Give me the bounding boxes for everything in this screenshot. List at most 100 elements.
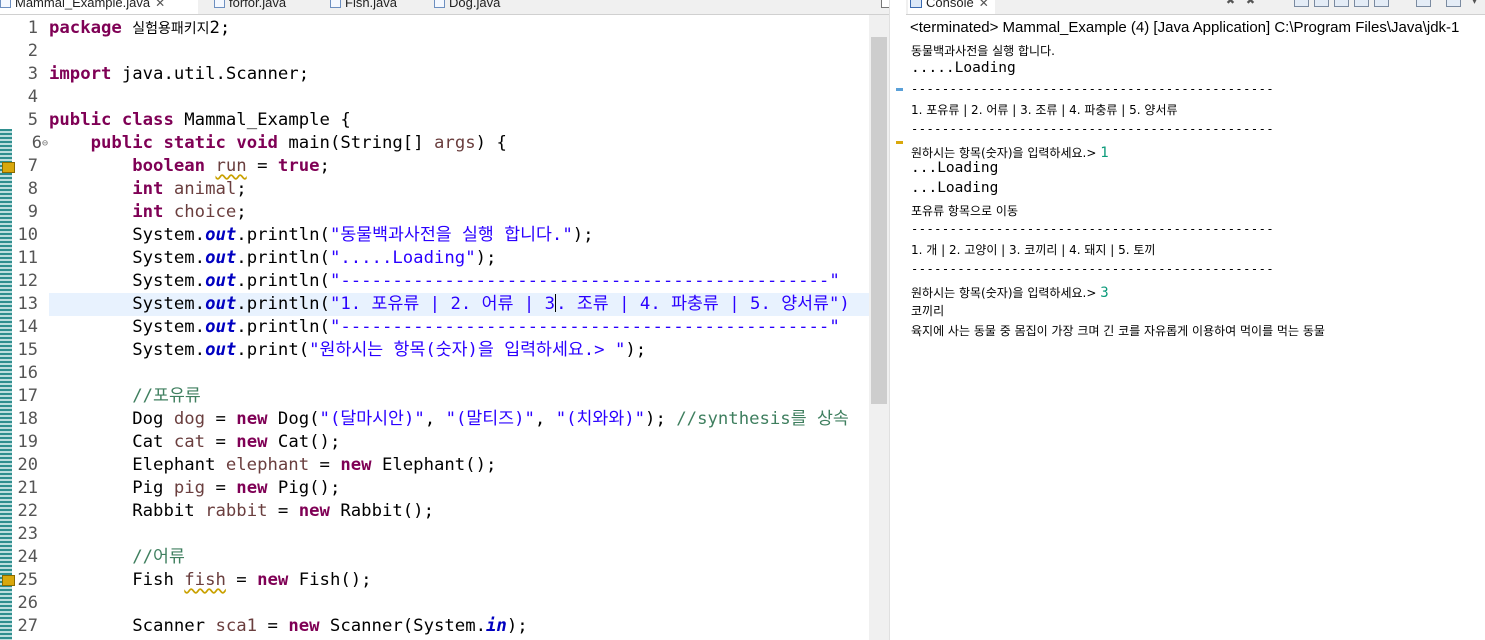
tab-label: Dog.java [449,0,501,10]
tab-dog[interactable]: Dog.java [434,0,500,14]
warning-icon [2,162,15,173]
code-text: = [267,501,299,521]
code-text: ); [645,409,677,429]
line-number: 14 [17,317,38,337]
console-line: 1. 포유류 | 2. 어류 | 3. 조류 | 4. 파충류 | 5. 양서류 [911,103,1178,117]
code-line: boolean run = true; [49,155,330,178]
code-line: Pig pig = new Pig(); [49,477,340,500]
console-line: 동물백과사전을 실행 합니다. [911,44,1055,58]
line-number: 13 [17,294,38,314]
editor-vertical-scrollbar[interactable] [869,15,889,640]
code-line: Cat cat = new Cat(); [49,431,340,454]
string-literal: . 조류 | 4. 파충류 | 5. 양서류") [556,294,850,314]
scroll-lock-icon[interactable] [1314,0,1329,7]
console-view-header: Console ✕ ✖ ✖ ▾ [906,0,1485,15]
word-wrap-icon[interactable] [1334,0,1349,7]
line-number: 24 [17,547,38,567]
keyword: true [277,156,320,176]
line-number: 21 [17,478,38,498]
fold-collapse-icon[interactable]: ⊖ [42,138,48,149]
console-line: 코끼리 [911,304,945,318]
clear-console-icon[interactable] [1294,0,1309,7]
string-literal: "---------------------------------------… [329,317,840,337]
java-file-icon [214,0,225,8]
console-line: ----------------------------------------… [911,222,1275,236]
keyword: new [340,455,372,475]
keyword: new [288,616,320,636]
code-line: import java.util.Scanner; [49,63,309,86]
string-literal: ".....Loading" [329,248,476,268]
variable: choice [173,202,237,222]
code-line: public static void main(String[] args) { [49,132,507,155]
keyword: new [236,409,268,429]
scrollbar-thumb[interactable] [871,37,887,404]
code-text: ; [319,156,330,176]
code-text: main(String[] [277,133,435,153]
code-text: System. [132,317,206,337]
show-on-stderr-icon[interactable] [1374,0,1389,7]
change-ruler [0,129,12,640]
line-number: 2 [27,41,38,61]
terminate-icon[interactable]: ✖ [1224,0,1237,6]
keyword: int [132,179,164,199]
pin-console-icon[interactable] [1416,0,1431,7]
variable: args [434,133,476,153]
console-status-line: <terminated> Mammal_Example (4) [Java Ap… [910,19,1460,36]
console-tab-label: Console [926,0,974,10]
variable: sca1 [215,616,258,636]
remove-all-terminated-icon[interactable]: ✖ [1244,0,1257,6]
close-icon[interactable]: ✕ [979,0,989,10]
tab-console[interactable]: Console ✕ [908,0,995,14]
code-text: , [534,409,556,429]
tab-forfor[interactable]: forfor.java [214,0,286,14]
code-text: System. [132,340,206,360]
code-editor[interactable]: 1 2 3 4 5 6⊖ 7 8 9 10 11 12 13 14 15 16 … [0,15,905,640]
tab-label: forfor.java [229,0,287,10]
variable: elephant [225,455,310,475]
code-text: Dog [132,409,174,429]
static-field: out [205,271,237,291]
overview-marker[interactable] [896,88,903,91]
variable: fish [184,570,226,590]
code-line: Fish fish = new Fish(); [49,569,371,592]
keyword: new [298,501,330,521]
code-text: Cat(); [267,432,341,452]
string-literal: "1. 포유류 | 2. 어류 | 3 [329,294,556,314]
code-line: Scanner sca1 = new Scanner(System.in); [49,615,527,638]
code-text: Scanner(System. [319,616,486,636]
code-line: System.out.println("동물백과사전을 실행 합니다."); [49,224,593,247]
tab-mammal-example[interactable]: Mammal_Example.java ✕ [0,0,198,14]
close-icon[interactable]: ✕ [155,0,165,10]
line-number: 23 [17,524,38,544]
code-text: java.util.Scanner; [111,64,310,84]
code-text: .println( [236,271,330,291]
console-line: ----------------------------------------… [911,122,1275,136]
variable: cat [173,432,206,452]
console-output[interactable]: <terminated> Mammal_Example (4) [Java Ap… [906,15,1485,640]
variable: animal [173,179,237,199]
console-prompt: 원하시는 항목(숫자)을 입력하세요.> [911,286,1101,300]
variable: run [215,156,247,176]
chevron-down-icon[interactable]: ▾ [1468,0,1481,6]
line-number: 27 [17,616,38,636]
static-field: out [205,248,237,268]
tab-fish[interactable]: Fish.java [330,0,397,14]
line-number: 4 [27,87,38,107]
code-line: public class Mammal_Example { [49,109,351,132]
console-line: 포유류 항목으로 이동 [911,204,1018,218]
comment: //어류 [132,547,185,567]
warning-marker[interactable] [896,141,903,144]
console-input: 1 [1100,145,1109,161]
code-text: Fish [132,570,185,590]
code-text: , [424,409,446,429]
line-number: 6 [31,133,42,153]
keyword: package [49,18,122,38]
show-on-stdout-icon[interactable] [1354,0,1369,7]
open-console-icon[interactable] [1446,0,1461,7]
line-number: 15 [17,340,38,360]
code-text: ) { [475,133,507,153]
keyword: int [132,202,164,222]
